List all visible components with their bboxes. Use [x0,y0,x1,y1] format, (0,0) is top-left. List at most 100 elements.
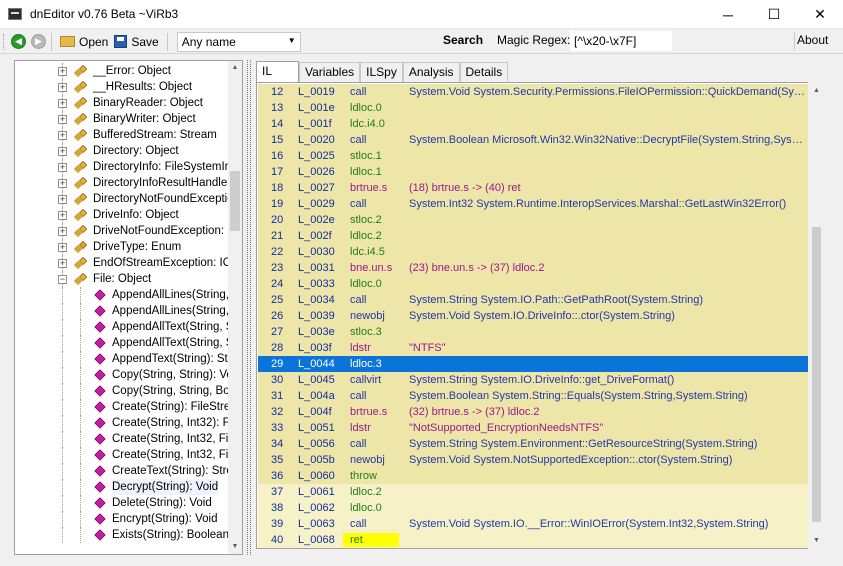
tree-method-item[interactable]: Copy(String, String): Void [15,367,242,383]
expand-icon[interactable]: + [58,83,67,92]
back-arrow-icon[interactable]: ◀ [11,34,26,49]
expand-icon[interactable]: + [58,99,67,108]
tree-method-item[interactable]: Encrypt(String): Void [15,511,229,527]
il-grid[interactable]: 12 L_0019 call System.Void System.Security.… [256,82,825,549]
maximize-button[interactable]: ☐ [751,0,797,29]
expand-icon[interactable]: + [58,115,67,124]
tree-type-item[interactable]: + DriveType: Enum [15,239,229,255]
tree-type-item[interactable]: − File: Object [15,271,229,287]
il-instruction-row[interactable]: 15 L_0020 call System.Boolean Microsoft.Win… [258,132,808,148]
search-button[interactable]: Search [443,33,483,47]
scroll-thumb[interactable] [230,171,240,231]
tree-method-item[interactable]: Exists(String): Boolean [15,527,229,543]
expand-icon[interactable]: + [58,67,67,76]
expand-icon[interactable]: + [58,163,67,172]
tab-il[interactable]: IL [256,61,299,83]
il-instruction-row[interactable]: 26 L_0039 newobj System.Void System.IO.Driv… [258,308,808,324]
tree-type-item[interactable]: + BinaryReader: Object [15,95,229,111]
tree-method-item[interactable]: Create(String, Int32, File [15,431,237,447]
il-instruction-row[interactable]: 28 L_003f ldstr "NTFS" [258,340,808,356]
scroll-up-icon[interactable]: ▲ [808,82,825,99]
toolbar-grip[interactable] [3,33,6,50]
tree-method-item[interactable]: AppendAllText(String, Str [15,319,240,335]
il-instruction-row[interactable]: 20 L_002e stloc.2 [258,212,808,228]
il-instruction-row[interactable]: 27 L_003e stloc.3 [258,324,808,340]
tree-type-item[interactable]: + DriveNotFoundException: IO [15,223,239,239]
tree-method-item[interactable]: Decrypt(String): Void [15,479,229,495]
il-instruction-row[interactable]: 39 L_0063 call System.Void System.IO.__Erro… [258,516,808,532]
il-instruction-row[interactable]: 31 L_004a call System.Boolean System.String… [258,388,808,404]
tree-type-item[interactable]: + Directory: Object [15,143,229,159]
il-instruction-row[interactable]: 21 L_002f ldloc.2 [258,228,808,244]
il-scrollbar[interactable]: ▲ ▼ [808,82,825,549]
il-instruction-row[interactable]: 18 L_0027 brtrue.s (18) brtrue.s -> (40) re… [258,180,808,196]
search-type-dropdown[interactable]: Any name ▼ [176,31,301,52]
il-instruction-row[interactable]: 12 L_0019 call System.Void System.Security.… [258,84,808,100]
il-instruction-row[interactable]: 13 L_001e ldloc.0 [258,100,808,116]
expand-icon[interactable]: + [58,211,67,220]
expand-icon[interactable]: + [58,195,67,204]
il-instruction-row[interactable]: 38 L_0062 ldloc.0 [258,500,808,516]
tree-type-item[interactable]: + DriveInfo: Object [15,207,229,223]
il-instruction-row[interactable]: 40 L_0068 ret [258,532,808,548]
tab-analysis[interactable]: Analysis [402,62,460,82]
tab-variables[interactable]: Variables [299,62,361,82]
il-instruction-row[interactable]: 34 L_0056 call System.String System.Environ… [258,436,808,452]
tree-type-item[interactable]: + DirectoryInfo: FileSystemInfo [15,159,241,175]
magic-regex-input[interactable] [570,31,672,51]
assembly-tree[interactable]: + __Error: Object + __HResults: Object + Bina… [14,60,243,555]
il-instruction-row[interactable]: 14 L_001f ldc.i4.0 [258,116,808,132]
tree-method-item[interactable]: Create(String, Int32): File [15,415,241,431]
tree-method-item[interactable]: AppendAllText(String, Str [15,335,240,351]
tree-type-item[interactable]: + DirectoryInfoResultHandler: [15,175,234,191]
il-instruction-row[interactable]: 35 L_005b newobj System.Void System.NotSupp… [258,452,808,468]
tree-method-item[interactable]: CreateText(String): Strea [15,463,239,479]
panel-splitter[interactable] [246,60,252,555]
il-instruction-row[interactable]: 22 L_0030 ldc.i4.5 [258,244,808,260]
tree-method-item[interactable]: AppendAllLines(String, IE [15,287,242,303]
il-instruction-row[interactable]: 33 L_0051 ldstr "NotSupported_EncryptionNee… [258,420,808,436]
open-button[interactable]: Open [57,31,111,53]
expand-icon[interactable]: + [58,227,67,236]
expand-icon[interactable]: + [58,131,67,140]
expand-icon[interactable]: + [58,243,67,252]
tree-type-item[interactable]: + DirectoryNotFoundException [15,191,240,207]
il-instruction-row[interactable]: 19 L_0029 call System.Int32 System.Runtime.… [258,196,808,212]
il-instruction-row[interactable]: 16 L_0025 stloc.1 [258,148,808,164]
minimize-button[interactable]: ─ [705,0,751,29]
tree-type-item[interactable]: + BufferedStream: Stream [15,127,229,143]
il-instruction-row[interactable]: 25 L_0034 call System.String System.IO.Path… [258,292,808,308]
tree-type-item[interactable]: + BinaryWriter: Object [15,111,229,127]
expand-icon[interactable]: + [58,147,67,156]
tree-method-item[interactable]: AppendText(String): Strea [15,351,242,367]
save-button[interactable]: Save [111,31,161,53]
tree-type-item[interactable]: + __HResults: Object [15,79,229,95]
tree-method-item[interactable]: Delete(String): Void [15,495,229,511]
collapse-icon[interactable]: − [58,275,67,284]
tree-method-item[interactable]: Copy(String, String, Bool [15,383,239,399]
tab-ilspy[interactable]: ILSpy [360,62,403,82]
il-instruction-row[interactable]: 29 L_0044 ldloc.3 [258,356,808,372]
about-button[interactable]: About [797,33,828,47]
il-instruction-row[interactable]: 30 L_0045 callvirt System.String System.IO.… [258,372,808,388]
tree-method-item[interactable]: Create(String, Int32, File [15,447,237,463]
il-instruction-row[interactable]: 24 L_0033 ldloc.0 [258,276,808,292]
il-instruction-row[interactable]: 37 L_0061 ldloc.2 [258,484,808,500]
tree-type-item[interactable]: + __Error: Object [15,63,229,79]
expand-icon[interactable]: + [58,179,67,188]
tree-method-item[interactable]: AppendAllLines(String, IE [15,303,242,319]
scroll-down-icon[interactable]: ▼ [228,540,242,554]
tab-details[interactable]: Details [459,62,509,82]
scroll-up-icon[interactable]: ▲ [228,61,242,75]
scroll-thumb[interactable] [812,227,821,522]
tree-scrollbar[interactable]: ▲ ▼ [228,61,242,554]
il-instruction-row[interactable]: 23 L_0031 bne.un.s (23) bne.un.s -> (37) ld… [258,260,808,276]
expand-icon[interactable]: + [58,259,67,268]
il-instruction-row[interactable]: 32 L_004f brtrue.s (32) brtrue.s -> (37) ld… [258,404,808,420]
tree-method-item[interactable]: Create(String): FileStream [15,399,242,415]
il-instruction-row[interactable]: 36 L_0060 throw [258,468,808,484]
forward-arrow-icon[interactable]: ▶ [31,34,46,49]
scroll-down-icon[interactable]: ▼ [808,532,825,549]
il-instruction-row[interactable]: 17 L_0026 ldloc.1 [258,164,808,180]
close-button[interactable]: ✕ [797,0,843,29]
